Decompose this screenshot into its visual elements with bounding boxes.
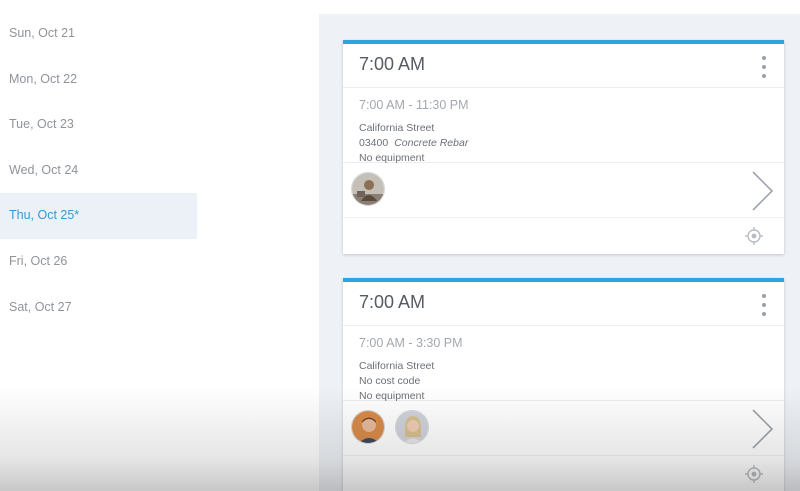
day-item-fri-oct-26[interactable]: Fri, Oct 26 — [0, 239, 197, 285]
shift-card[interactable]: 7:00 AM 7:00 AM - 11:30 PM California St… — [343, 40, 784, 254]
shift-card-header: 7:00 AM — [343, 282, 784, 326]
kebab-menu-icon[interactable] — [756, 56, 772, 78]
shift-location: California Street — [359, 360, 435, 372]
shift-cost-code: No cost code — [359, 375, 421, 387]
crew-row[interactable] — [343, 163, 784, 218]
shift-cost-code-row: 03400 Concrete Rebar — [359, 136, 768, 151]
chevron-right-icon[interactable] — [750, 170, 776, 212]
kebab-menu-icon[interactable] — [756, 294, 772, 316]
avatar[interactable] — [351, 172, 385, 206]
shift-location: California Street — [359, 122, 435, 134]
avatar[interactable] — [395, 410, 429, 444]
shift-title: 7:00 AM — [359, 292, 426, 312]
shift-cost-code-name: Concrete Rebar — [394, 137, 469, 149]
shift-time-range: 7:00 AM - 3:30 PM — [359, 336, 463, 350]
card-footer — [343, 218, 784, 254]
crosshair-icon[interactable] — [744, 226, 764, 246]
day-item-mon-oct-22[interactable]: Mon, Oct 22 — [0, 57, 197, 103]
day-item-wed-oct-24[interactable]: Wed, Oct 24 — [0, 148, 197, 194]
avatar[interactable] — [351, 410, 385, 444]
day-item-sat-oct-27[interactable]: Sat, Oct 27 — [0, 285, 197, 331]
shift-card[interactable]: 7:00 AM 7:00 AM - 3:30 PM California Str… — [343, 278, 784, 491]
chevron-right-icon[interactable] — [750, 408, 776, 450]
day-item-sun-oct-21[interactable]: Sun, Oct 21 — [0, 11, 197, 57]
crosshair-icon[interactable] — [744, 464, 764, 484]
shift-details: 7:00 AM - 11:30 PM California Street 034… — [343, 88, 784, 164]
shift-time-range: 7:00 AM - 11:30 PM — [359, 98, 469, 112]
day-item-tue-oct-23[interactable]: Tue, Oct 23 — [0, 102, 197, 148]
shift-title: 7:00 AM — [359, 54, 426, 74]
day-list: Sun, Oct 21 Mon, Oct 22 Tue, Oct 23 Wed,… — [0, 11, 197, 330]
day-item-thu-oct-25[interactable]: Thu, Oct 25* — [0, 193, 197, 239]
shift-panel: 7:00 AM 7:00 AM - 11:30 PM California St… — [319, 14, 800, 491]
shift-details: 7:00 AM - 3:30 PM California Street No c… — [343, 326, 784, 402]
shift-card-header: 7:00 AM — [343, 44, 784, 88]
crew-row[interactable] — [343, 401, 784, 456]
card-footer — [343, 456, 784, 491]
shift-cost-code: 03400 — [359, 137, 389, 149]
